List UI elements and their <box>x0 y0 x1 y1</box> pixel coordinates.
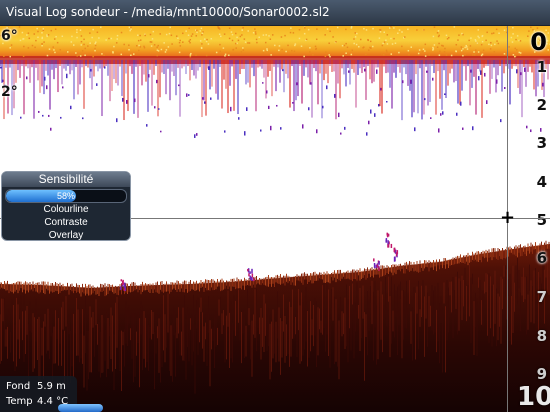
depth-label-4: 4 <box>536 173 547 191</box>
depth-label-9: 9 <box>536 365 547 383</box>
depth-label-5: 5 <box>536 211 547 229</box>
sonar-viewer-window: Visual Log sondeur - /media/mnt10000/Son… <box>0 0 550 412</box>
depth-readout-label: Fond <box>6 381 31 392</box>
sensitivity-value: 58% <box>56 191 75 201</box>
depth-label-7: 7 <box>536 288 547 306</box>
depth-readout: Fond 5.9 m <box>6 379 77 394</box>
sensitivity-title: Sensibilité <box>2 172 130 187</box>
surface-clutter-band <box>0 26 550 58</box>
angle-label-mid: 2° <box>1 84 18 100</box>
depth-label-1: 1 <box>536 58 547 76</box>
option-contraste[interactable]: Contraste <box>2 216 130 229</box>
crosshair-icon[interactable]: + <box>500 209 515 227</box>
depth-label-10: 10 <box>517 382 550 412</box>
depth-label-3: 3 <box>536 134 547 152</box>
depth-readout-value: 5.9 m <box>37 381 66 392</box>
sensitivity-slider[interactable]: 58% <box>5 189 127 203</box>
option-overlay[interactable]: Overlay <box>2 229 130 240</box>
depth-label-6: 6 <box>536 249 547 267</box>
depth-label-8: 8 <box>536 327 547 345</box>
depth-label-0: 0 <box>530 28 547 56</box>
option-colourline[interactable]: Colourline <box>2 203 130 216</box>
temp-readout-label: Temp <box>6 396 33 407</box>
angle-label-top: 6° <box>1 28 18 44</box>
window-title: Visual Log sondeur - /media/mnt10000/Son… <box>0 0 550 26</box>
sensitivity-panel: Sensibilité 58% Colourline Contraste Ove… <box>1 171 131 241</box>
history-scroll-thumb[interactable] <box>58 404 103 412</box>
sonar-display[interactable]: 6° 2° 0 1 2 3 4 5 6 7 8 9 10 + Sensibili… <box>0 26 550 412</box>
depth-label-2: 2 <box>536 96 547 114</box>
